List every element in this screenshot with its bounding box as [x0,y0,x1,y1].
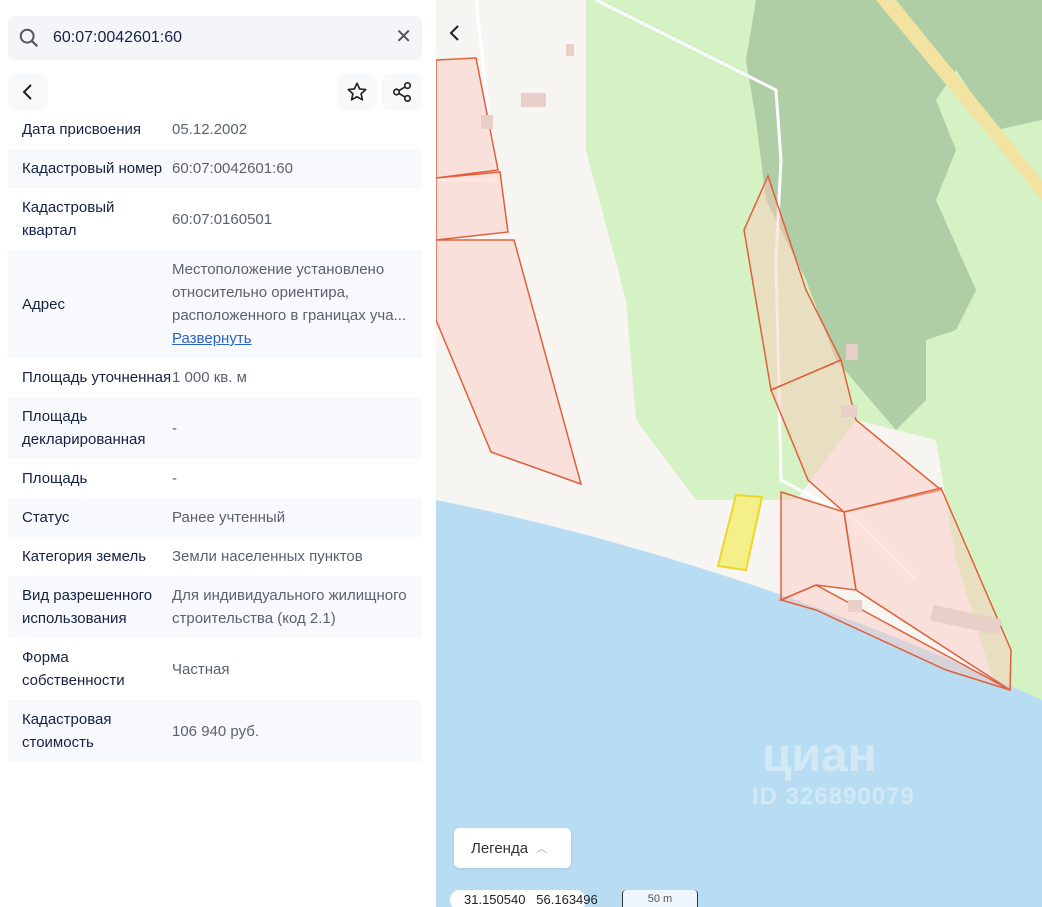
property-label: Форма собственности [22,649,125,689]
property-row: Вид разрешенного использования Для индиви… [8,576,422,638]
property-value: Для индивидуального жилищного строительс… [172,584,408,630]
property-row: Дата присвоения 05.12.2002 [8,112,422,149]
chevron-left-icon [22,84,32,100]
favorite-button[interactable] [337,73,377,111]
property-value-text: Частная [172,660,230,678]
property-value-text: Земли населенных пунктов [172,548,363,565]
property-row: Статус Ранее учтенный [8,498,422,537]
property-value: 106 940 руб. [172,720,259,743]
property-label: Дата присвоения [22,121,141,138]
property-row: Площадь декларированная - [8,397,422,459]
expand-link[interactable]: Развернуть [172,327,408,350]
property-row: Площадь уточненная 1 000 кв. м [8,358,422,397]
property-label: Кадастровый номер [22,160,163,177]
property-row: Категория земель Земли населенных пунктов [8,537,422,576]
back-button[interactable] [8,73,48,111]
share-icon [392,82,412,102]
chevron-up-icon: ︿ [536,843,548,855]
details-panel: ✕ Дата присвоения 05.12.2002 Кадастровый н… [0,0,436,907]
search-icon [19,28,39,48]
share-button[interactable] [382,73,422,111]
coordinates-readout: 31.150540 56.163496 [450,890,598,907]
legend-button[interactable]: Легенда ︿ [454,828,571,868]
property-value-text: 60:07:0042601:60 [172,160,293,177]
property-value-text: Ранее учтенный [172,509,286,526]
property-label: Адрес [22,295,65,313]
property-label: Кадастровая стоимость [22,711,112,751]
map-back-icon[interactable] [442,20,468,46]
property-row: Площадь - [8,459,422,498]
property-label: Площадь декларированная [22,408,146,448]
property-row: Кадастровый квартал 60:07:0160501 [8,188,422,250]
property-value-text: - [172,419,177,437]
property-label: Вид разрешенного использования [22,587,153,627]
property-row: Форма собственности Частная [8,638,422,700]
property-label: Площадь [22,470,88,487]
map[interactable]: циан ID 326890079 Легенда ︿ 31.150540 56.1… [436,0,1042,907]
watermark: циан ID 326890079 [752,729,915,810]
property-label: Статус [22,509,70,526]
property-value: - [172,467,177,490]
property-value: 60:07:0160501 [172,208,272,231]
property-label: Площадь уточненная [22,369,172,386]
legend-label: Легенда [471,839,529,857]
property-row: Адрес Местоположение установлено относите… [8,250,422,358]
property-value-text: 106 940 руб. [172,722,259,740]
property-value-text: 60:07:0160501 [172,210,273,228]
property-value-text: Местоположение установлено относительно … [172,261,407,324]
property-value: 60:07:0042601:60 [172,157,293,180]
properties-list: Дата присвоения 05.12.2002 Кадастровый ном… [8,112,422,762]
property-value-text: - [172,470,177,487]
star-icon [347,82,367,101]
property-label: Кадастровый квартал [22,199,115,239]
property-value-text: 1 000 кв. м [172,369,247,386]
search-input[interactable] [53,29,373,47]
property-value-text: 05.12.2002 [172,121,248,138]
property-value: 05.12.2002 [172,118,247,141]
property-value: Ранее учтенный [172,506,285,529]
property-value: Частная [172,658,229,681]
property-value: 1 000 кв. м [172,366,247,389]
property-value: - [172,417,177,440]
property-value-text: Для индивидуального жилищного строительс… [172,587,407,627]
property-row: Кадастровая стоимость 106 940 руб. [8,700,422,762]
property-value: Земли населенных пунктов [172,545,363,568]
property-row: Кадастровый номер 60:07:0042601:60 [8,149,422,188]
search-bar[interactable]: ✕ [8,16,422,60]
property-value: Местоположение установлено относительно … [172,258,408,350]
property-label: Категория земель [22,548,147,565]
scale-bar: 50 m [622,890,698,907]
clear-icon[interactable]: ✕ [395,27,412,47]
